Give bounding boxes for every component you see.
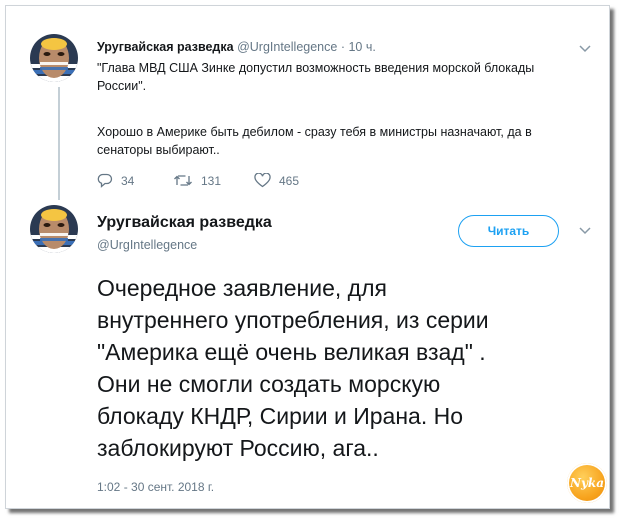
like-action[interactable]: 465 — [254, 173, 299, 188]
tweet-text-line: Очередное заявление, для — [97, 275, 387, 301]
author-handle[interactable]: @UrgIntellegence — [97, 238, 197, 252]
tweet-text-line: "Америка ещё очень великая взад" . — [97, 339, 486, 365]
tweet-text-line: Они не смогли создать морскую — [97, 371, 441, 397]
reply-action[interactable]: 34 — [97, 173, 134, 188]
avatar-image — [30, 205, 78, 253]
tweet-text-line: России". — [97, 79, 147, 93]
retweet-action[interactable]: 131 — [173, 173, 221, 188]
header-separator: · — [340, 40, 345, 54]
tweet-text-line: блокаду КНДР, Сирии и Ирана. Но — [97, 403, 464, 429]
tweet-text-line: Хорошо в Америке быть дебилом - сразу те… — [97, 125, 532, 139]
tweet-header: Уругвайская разведка @UrgIntellegence · … — [97, 40, 376, 54]
tweet-text-line: заблокируют Россию, ага.. — [97, 435, 379, 461]
tweet-time[interactable]: 10 ч. — [348, 40, 375, 54]
tweet-card: Уругвайская разведка @UrgIntellegence · … — [5, 5, 610, 509]
retweet-icon — [174, 175, 192, 186]
tweet-text: "Глава МВД США Зинке допустил возможност… — [97, 59, 592, 159]
author-name[interactable]: Уругвайская разведка — [97, 40, 234, 54]
author-handle[interactable]: @UrgIntellegence — [237, 40, 337, 54]
avatar-image — [30, 34, 78, 82]
follow-button[interactable]: Читать — [458, 215, 559, 247]
reply-count: 34 — [121, 173, 135, 188]
reply-icon — [97, 173, 113, 188]
chevron-down-icon[interactable] — [579, 45, 591, 53]
heart-icon — [254, 173, 271, 188]
thread-connector-line — [58, 87, 60, 200]
tweet-text-line: сенаторы выбирают.. — [97, 143, 220, 157]
tweet-text-line: внутреннего употребления, из серии — [97, 307, 489, 333]
like-count: 465 — [279, 173, 300, 188]
tweet-text: Очередное заявление, для внутреннего упо… — [97, 272, 587, 464]
tweet-timestamp[interactable]: 1:02 - 30 сент. 2018 г. — [97, 480, 214, 494]
watermark-logo: Nyka — [567, 463, 607, 503]
avatar[interactable] — [30, 205, 78, 253]
author-name[interactable]: Уругвайская разведка — [97, 214, 272, 232]
avatar[interactable] — [30, 34, 78, 82]
chevron-down-icon[interactable] — [579, 227, 591, 235]
retweet-count: 131 — [201, 173, 222, 188]
tweet-text-line: "Глава МВД США Зинке допустил возможност… — [97, 61, 535, 75]
